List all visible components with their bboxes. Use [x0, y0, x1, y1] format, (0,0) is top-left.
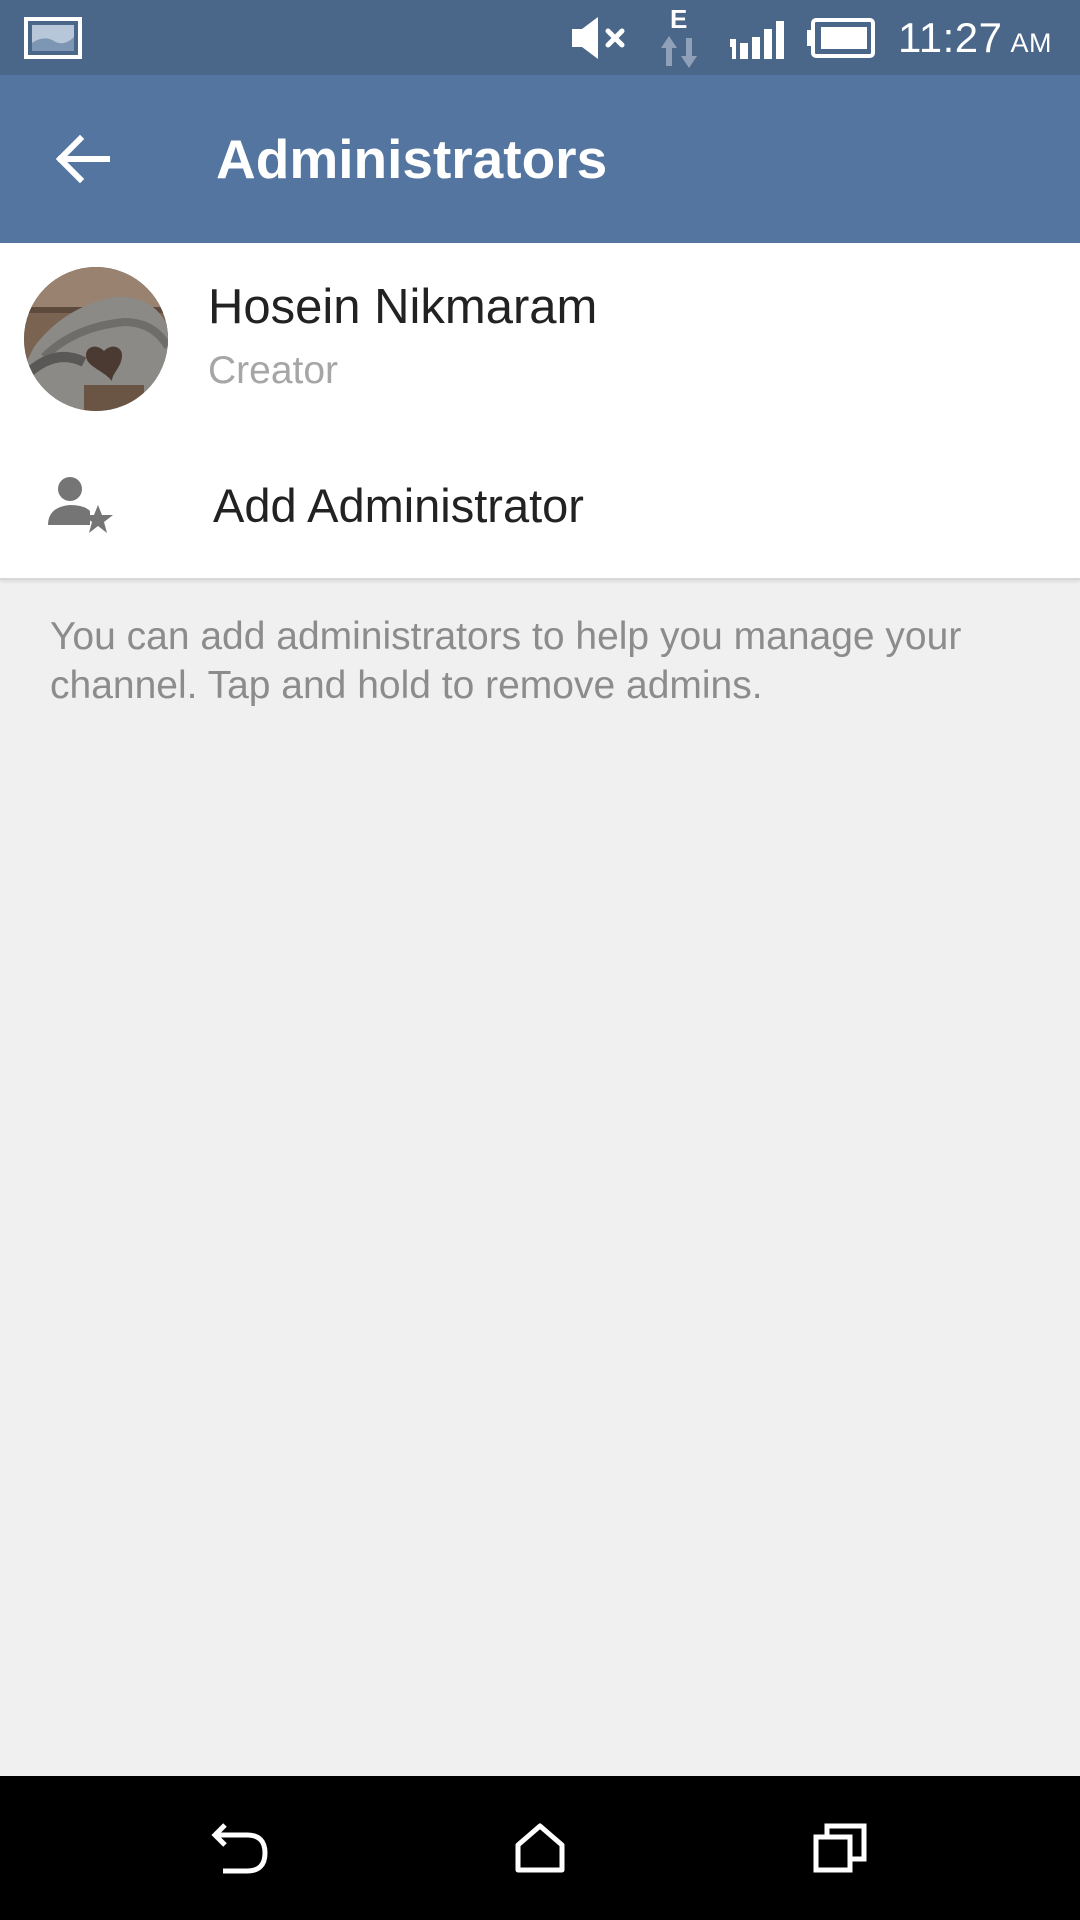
admin-name: Hosein Nikmaram [208, 280, 598, 334]
data-arrows-icon: E [655, 0, 705, 75]
page-title: Administrators [216, 128, 608, 190]
navigation-bar [0, 1776, 1080, 1920]
toolbar: Administrators [0, 75, 1080, 243]
admin-list: Hosein Nikmaram Creator Add Administrato… [0, 243, 1080, 580]
network-type-label: E [670, 6, 687, 34]
nav-recents-button[interactable] [780, 1798, 900, 1898]
home-icon [515, 1823, 565, 1873]
arrow-left-icon [55, 134, 110, 184]
nav-back-button[interactable] [181, 1798, 301, 1898]
add-admin-icon [48, 475, 118, 537]
admin-role: Creator [208, 349, 339, 392]
back-button[interactable] [30, 115, 135, 203]
info-text: You can add administrators to help you m… [50, 615, 962, 707]
mute-icon [570, 0, 632, 75]
avatar [24, 267, 168, 411]
nav-home-button[interactable] [480, 1798, 600, 1898]
time-ampm: AM [1010, 28, 1052, 58]
gallery-icon [24, 0, 82, 75]
signal-icon [728, 0, 788, 75]
clock: 11:27 AM [898, 0, 1052, 75]
add-administrator-button[interactable]: Add Administrator [0, 433, 1080, 578]
admin-list-item[interactable]: Hosein Nikmaram Creator [0, 243, 1080, 433]
back-icon [211, 1823, 268, 1874]
battery-icon [805, 0, 875, 75]
time-value: 11:27 [898, 13, 1003, 61]
add-administrator-label: Add Administrator [213, 479, 584, 532]
recents-icon [813, 1823, 867, 1873]
screen: E 11:27 AM Administrators Hosein Nikmara… [0, 0, 1080, 1920]
status-bar: E 11:27 AM [0, 0, 1080, 75]
